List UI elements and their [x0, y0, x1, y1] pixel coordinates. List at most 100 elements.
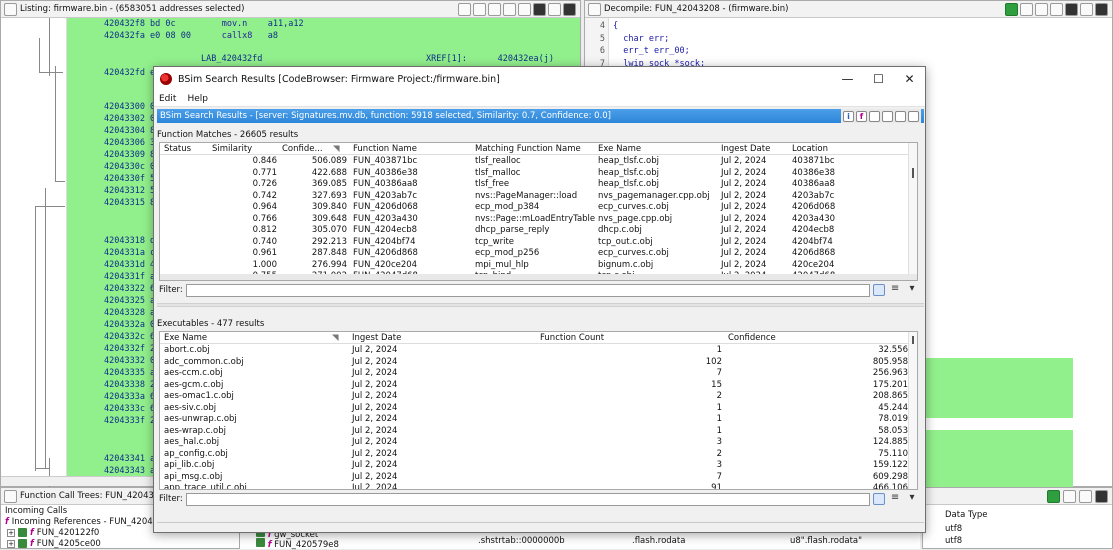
data-type-cell[interactable]: utf8 [945, 536, 962, 546]
column-header[interactable]: Exe Name [598, 144, 641, 154]
diff-icon[interactable] [518, 2, 531, 16]
table-row[interactable]: 0.742 327.693 FUN_4203ab7c nvs::PageManager… [160, 191, 917, 203]
close-icon[interactable] [563, 2, 576, 16]
listing-row[interactable]: 42043322 65 [104, 284, 160, 294]
export-icon[interactable] [1050, 2, 1063, 16]
tree-row[interactable]: f FUN_420579e8 [256, 538, 339, 550]
listing-row[interactable]: 42043312 57 [104, 186, 160, 196]
snapshot-icon[interactable] [533, 2, 546, 16]
table-row[interactable]: api_lib.c.obj Jul 2, 2024 3 159.122 [160, 460, 917, 472]
column-filter-icon[interactable]: ≡ [888, 284, 902, 296]
listing-row[interactable]: 42043338 2d [104, 380, 160, 390]
sort-indicator-icon[interactable]: ◥ [332, 333, 339, 343]
function-icon[interactable]: f [856, 110, 867, 122]
table-row[interactable]: 0.740 292.213 FUN_4204bf74 tcp_write tcp_out… [160, 237, 917, 249]
listing-row[interactable]: 42043328 a0 [104, 308, 160, 318]
list-icon[interactable] [1063, 489, 1076, 503]
listing-row[interactable]: 42043325 a0 [104, 296, 160, 306]
listing-row[interactable]: 4204333a 65 [104, 392, 160, 402]
column-header[interactable]: Function Count [540, 333, 604, 343]
menu-icon[interactable] [548, 2, 561, 16]
column-header[interactable]: Ingest Date [352, 333, 401, 343]
chevron-down-icon[interactable]: ▾ [905, 493, 919, 505]
re-icon[interactable] [1020, 2, 1033, 16]
listing-row[interactable]: 42043304 8d [104, 126, 160, 136]
copy-icon[interactable] [458, 2, 471, 16]
info-icon[interactable]: i [843, 110, 854, 122]
search-icon[interactable]: ◉ [869, 110, 880, 122]
menu-edit[interactable]: Edit [159, 94, 176, 104]
listing-row[interactable]: 42043309 8d [104, 150, 160, 160]
filter-options-icon[interactable] [873, 284, 886, 296]
data-type-cell[interactable]: utf8 [945, 524, 962, 534]
listing-row[interactable]: 42043306 30 [104, 138, 160, 148]
listing-row[interactable]: 4204332a 0c [104, 320, 160, 330]
listing-row[interactable]: 4204333f 29 [104, 416, 160, 426]
table-row[interactable]: aes-unwrap.c.obj Jul 2, 2024 1 78.019 [160, 414, 917, 426]
listing-row[interactable]: 42043302 0c [104, 114, 160, 124]
listing-row[interactable]: 4204331f a2 [104, 272, 160, 282]
function-matches-table[interactable]: Status Similarity Confide... Function Name M… [159, 142, 918, 281]
table-row[interactable]: app_trace_util.c.obj Jul 2, 2024 91 466.106 [160, 483, 917, 489]
listing-row[interactable]: 42043332 00 [104, 356, 160, 366]
close-icon[interactable] [1095, 2, 1108, 16]
table-row[interactable]: 0.812 305.070 FUN_4204ecb8 dhcp_parse_reply… [160, 225, 917, 237]
close-icon[interactable] [1095, 489, 1108, 503]
column-header[interactable]: Location [792, 144, 828, 154]
code-label[interactable]: LAB_420432fd [201, 54, 262, 64]
table-row[interactable]: 0.846 506.089 FUN_403871bc tlsf_realloc heap… [160, 156, 917, 168]
menu-icon[interactable] [1080, 2, 1093, 16]
listing-row[interactable]: 4204331d 4b [104, 260, 160, 270]
executables-filter-input[interactable] [185, 492, 871, 506]
xref-label[interactable]: XREF[1]: 420432ea(j) [426, 54, 554, 64]
snapshot-icon[interactable] [1065, 2, 1078, 16]
table-row[interactable]: aes-siv.c.obj Jul 2, 2024 1 45.244 [160, 403, 917, 415]
executables-table[interactable]: Exe Name Ingest Date Function Count Confide… [159, 331, 918, 490]
refresh-icon[interactable] [1005, 2, 1018, 16]
listing-row[interactable]: 42043335 a5 [104, 368, 160, 378]
table-row[interactable]: ap_config.c.obj Jul 2, 2024 2 75.110 [160, 449, 917, 461]
table-row[interactable]: adc_common.c.obj Jul 2, 2024 102 805.958 [160, 357, 917, 369]
column-header[interactable]: Function Name [353, 144, 417, 154]
close-icon[interactable]: ✕ [908, 110, 919, 122]
menu-help[interactable]: Help [187, 94, 208, 104]
column-header[interactable]: Status [164, 144, 191, 154]
listing-row[interactable]: 420432f8 bd 0c mov.n a11,a12 [104, 19, 304, 29]
matches-filter-input[interactable] [185, 283, 871, 297]
code-line[interactable]: 5 char err; [585, 34, 1085, 46]
dialog-title-bar[interactable]: BSim Search Results [CodeBrowser: Firmwa… [154, 67, 925, 91]
expand-icon[interactable]: + [7, 528, 15, 537]
listing-row[interactable]: 4204330c 0a [104, 162, 160, 172]
label-row-address[interactable]: 420432fd e6 [104, 68, 160, 78]
code-line[interactable]: 4{ [585, 21, 1085, 33]
copy-icon[interactable] [1035, 2, 1048, 16]
table-row[interactable]: 0.771 422.688 FUN_40386e38 tlsf_malloc heap_… [160, 168, 917, 180]
table-row[interactable]: aes_hal.c.obj Jul 2, 2024 3 124.885 [160, 437, 917, 449]
listing-row[interactable]: 42043343 a5 [104, 466, 160, 476]
refresh-icon[interactable] [1047, 489, 1060, 503]
field-edit-icon[interactable] [503, 2, 516, 16]
data-type-header[interactable]: Data Type [945, 510, 988, 520]
sort-indicator-icon[interactable]: ◥ [333, 144, 340, 154]
table-row[interactable]: aes-omac1.c.obj Jul 2, 2024 2 208.865 [160, 391, 917, 403]
horizontal-scrollbar[interactable] [160, 274, 917, 280]
column-header[interactable]: Similarity [212, 144, 252, 154]
segment-cell[interactable]: .flash.rodata [632, 536, 685, 546]
listing-row[interactable]: 4204332f 25 [104, 344, 160, 354]
column-header[interactable]: Exe Name [164, 333, 207, 343]
listing-row[interactable]: 4204333c 65 [104, 404, 160, 414]
listing-row[interactable]: 4204330f 50 [104, 174, 160, 184]
code-line[interactable]: 6 err_t err_00; [585, 46, 1085, 58]
table-row[interactable]: api_msg.c.obj Jul 2, 2024 7 609.298 [160, 472, 917, 484]
chevron-down-icon[interactable]: ▾ [905, 284, 919, 296]
listing-row[interactable]: 42043315 8d [104, 198, 160, 208]
column-header[interactable]: Ingest Date [721, 144, 770, 154]
table-row[interactable]: 0.964 309.840 FUN_4206d068 ecp_mod_p384 ecp_… [160, 202, 917, 214]
listing-row[interactable]: 42043318 dd [104, 236, 160, 246]
filter-options-icon[interactable] [873, 493, 886, 505]
call-tree-item[interactable]: + f FUN_4205ce00 [1, 538, 239, 549]
listing-row[interactable]: 4204331a c2 [104, 248, 160, 258]
value-cell[interactable]: u8".flash.rodata" [790, 536, 862, 546]
vertical-scrollbar[interactable] [908, 143, 917, 280]
column-header[interactable]: Confide... [282, 144, 323, 154]
